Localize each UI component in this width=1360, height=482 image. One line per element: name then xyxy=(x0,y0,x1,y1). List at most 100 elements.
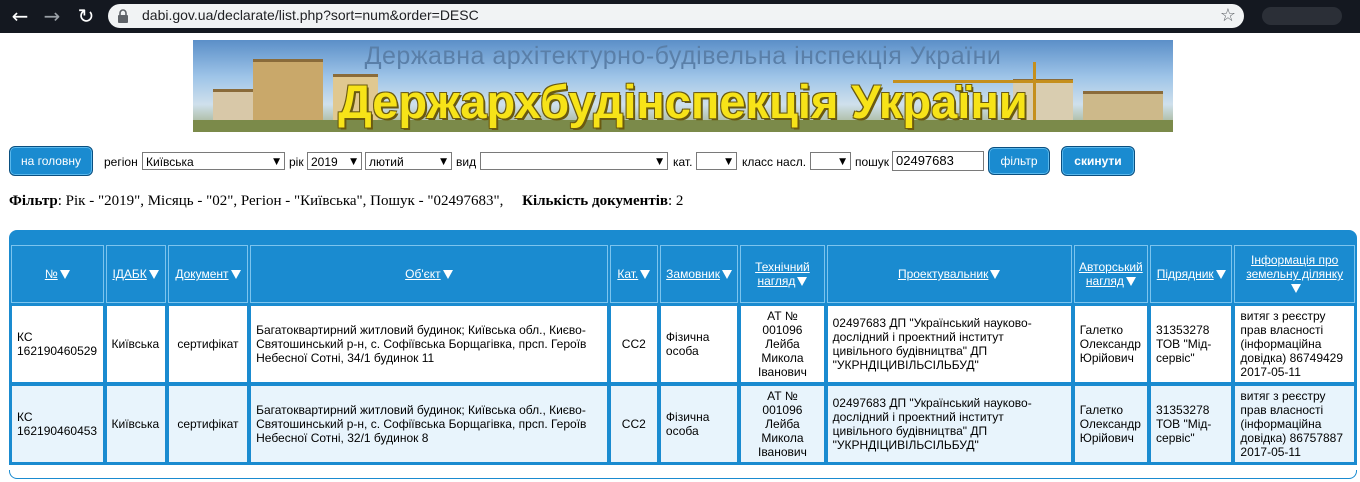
search-input[interactable]: 02497683 xyxy=(892,151,984,171)
sort-contractor-header[interactable]: Підрядник xyxy=(1150,245,1233,303)
category-label: кат. xyxy=(673,155,693,169)
banner-title: Держархбудінспекція України xyxy=(338,75,1028,128)
sort-desc-icon xyxy=(797,277,808,286)
filter-summary: Фільтр: Рік - "2019", Місяць - "02", Рег… xyxy=(9,193,683,210)
cell-author-supervision: Галетко Олександр Юрійович xyxy=(1073,305,1149,383)
category-select[interactable]: ▼ xyxy=(696,152,737,170)
site-banner: Державна архітектурно-будівельна інспекц… xyxy=(193,40,1173,132)
document-count-label: Кількість документів xyxy=(522,193,668,209)
sort-idabk-header[interactable]: IДАБК xyxy=(105,245,166,303)
header-label[interactable]: Інформація про земельну ділянку xyxy=(1246,253,1343,281)
sort-desc-icon xyxy=(640,270,651,279)
filter-summary-label: Фільтр xyxy=(9,193,58,209)
lock-icon xyxy=(118,9,128,23)
cell-idabk: Київська xyxy=(105,385,166,463)
sort-tech-supervision-header[interactable]: Технічний нагляд xyxy=(740,245,825,303)
sort-customer-header[interactable]: Замовник xyxy=(659,245,739,303)
table-row: КС 162190460453 Київська сертифікат Бага… xyxy=(11,385,1355,463)
address-bar[interactable]: dabi.gov.ua/declarate/list.php?sort=num&… xyxy=(108,4,1244,28)
declarations-table: № IДАБК Документ Об'єкт Кат. Замовник Те… xyxy=(9,243,1357,465)
class-label: класс насл. xyxy=(742,155,807,169)
back-arrow-icon[interactable]: ← xyxy=(8,4,32,28)
dropdown-arrow-icon: ▼ xyxy=(350,157,357,167)
sort-land-info-header[interactable]: Інформація про земельну ділянку xyxy=(1234,245,1355,303)
filter-button[interactable]: фільтр xyxy=(988,147,1050,175)
sort-desc-icon xyxy=(442,270,453,279)
sort-desc-icon xyxy=(59,270,70,279)
table-top-bar xyxy=(9,230,1357,244)
header-label[interactable]: Проектувальник xyxy=(898,267,988,281)
cell-number: КС 162190460529 xyxy=(11,305,104,383)
cell-customer: Фізична особа xyxy=(659,305,739,383)
search-label: пошук xyxy=(855,155,890,169)
header-label[interactable]: IДАБК xyxy=(112,267,146,281)
cell-customer: Фізична особа xyxy=(659,385,739,463)
profile-avatar[interactable] xyxy=(1262,7,1342,25)
cell-designer: 02497683 ДП "Український науково-дослідн… xyxy=(826,385,1072,463)
sort-desc-icon xyxy=(1215,270,1226,279)
table-row: КС 162190460529 Київська сертифікат Бага… xyxy=(11,305,1355,383)
month-select-value: лютий xyxy=(369,155,404,169)
header-label[interactable]: Замовник xyxy=(666,267,720,281)
year-label: рік xyxy=(289,155,304,169)
sort-number-header[interactable]: № xyxy=(11,245,104,303)
cell-object: Багатоквартирний житловий будинок; Київс… xyxy=(250,305,608,383)
header-label[interactable]: Підрядник xyxy=(1157,267,1214,281)
reset-button[interactable]: скинути xyxy=(1061,146,1135,176)
type-label: вид xyxy=(456,155,477,169)
sort-designer-header[interactable]: Проектувальник xyxy=(826,245,1072,303)
cell-idabk: Київська xyxy=(105,305,166,383)
sort-desc-icon xyxy=(148,270,159,279)
cell-land-info: витяг з реєстру прав власності (інформац… xyxy=(1234,385,1355,463)
cell-author-supervision: Галетко Олександр Юрійович xyxy=(1073,385,1149,463)
region-select-value: Київська xyxy=(146,155,194,169)
sort-category-header[interactable]: Кат. xyxy=(609,245,658,303)
cell-contractor: 31353278 ТОВ "Мід-сервіс" xyxy=(1150,385,1233,463)
table-bottom-bar xyxy=(9,470,1357,479)
sort-object-header[interactable]: Об'єкт xyxy=(250,245,608,303)
dropdown-arrow-icon: ▼ xyxy=(725,157,732,167)
type-select[interactable]: ▼ xyxy=(480,152,668,170)
header-label[interactable]: № xyxy=(45,267,58,281)
sort-author-supervision-header[interactable]: Авторський нагляд xyxy=(1073,245,1149,303)
sort-desc-icon xyxy=(721,270,732,279)
bookmark-star-icon[interactable]: ☆ xyxy=(1220,5,1236,26)
month-select[interactable]: лютий ▼ xyxy=(365,152,452,170)
dropdown-arrow-icon: ▼ xyxy=(440,157,447,167)
header-label[interactable]: Кат. xyxy=(617,267,638,281)
dropdown-arrow-icon: ▼ xyxy=(839,157,846,167)
banner-subtitle: Державна архітектурно-будівельна інспекц… xyxy=(364,42,1002,70)
region-label: регіон xyxy=(104,155,138,169)
cell-object: Багатоквартирний житловий будинок; Київс… xyxy=(250,385,608,463)
home-button[interactable]: на головну xyxy=(9,146,93,176)
class-select[interactable]: ▼ xyxy=(810,152,851,170)
browser-toolbar: ← → ↻ dabi.gov.ua/declarate/list.php?sor… xyxy=(0,0,1360,33)
declarations-table-container: № IДАБК Документ Об'єкт Кат. Замовник Те… xyxy=(9,230,1357,480)
cell-category: СС2 xyxy=(609,385,658,463)
forward-arrow-icon[interactable]: → xyxy=(40,4,64,28)
cell-document: сертифікат xyxy=(167,385,249,463)
cell-tech-supervision: АТ № 001096 Лейба Микола Іванович xyxy=(740,385,825,463)
sort-desc-icon xyxy=(1125,277,1136,286)
document-count-value: : 2 xyxy=(667,193,684,209)
sort-desc-icon xyxy=(230,270,241,279)
cell-designer: 02497683 ДП "Український науково-дослідн… xyxy=(826,305,1072,383)
cell-document: сертифікат xyxy=(167,305,249,383)
header-label[interactable]: Документ xyxy=(175,267,228,281)
dropdown-arrow-icon: ▼ xyxy=(656,157,663,167)
sort-desc-icon xyxy=(1290,284,1301,293)
cell-contractor: 31353278 ТОВ "Мід-сервіс" xyxy=(1150,305,1233,383)
region-select[interactable]: Київська ▼ xyxy=(142,152,285,170)
sort-document-header[interactable]: Документ xyxy=(167,245,249,303)
sort-desc-icon xyxy=(990,270,1001,279)
dropdown-arrow-icon: ▼ xyxy=(273,157,280,167)
reload-icon[interactable]: ↻ xyxy=(74,4,98,28)
filter-summary-text: : Рік - "2019", Місяць - "02", Регіон - … xyxy=(57,193,504,209)
header-label[interactable]: Об'єкт xyxy=(405,267,441,281)
cell-category: СС2 xyxy=(609,305,658,383)
year-select-value: 2019 xyxy=(311,155,338,169)
year-select[interactable]: 2019 ▼ xyxy=(307,152,362,170)
cell-number: КС 162190460453 xyxy=(11,385,104,463)
url-text[interactable]: dabi.gov.ua/declarate/list.php?sort=num&… xyxy=(142,7,479,23)
cell-land-info: витяг з реєстру прав власності (інформац… xyxy=(1234,305,1355,383)
